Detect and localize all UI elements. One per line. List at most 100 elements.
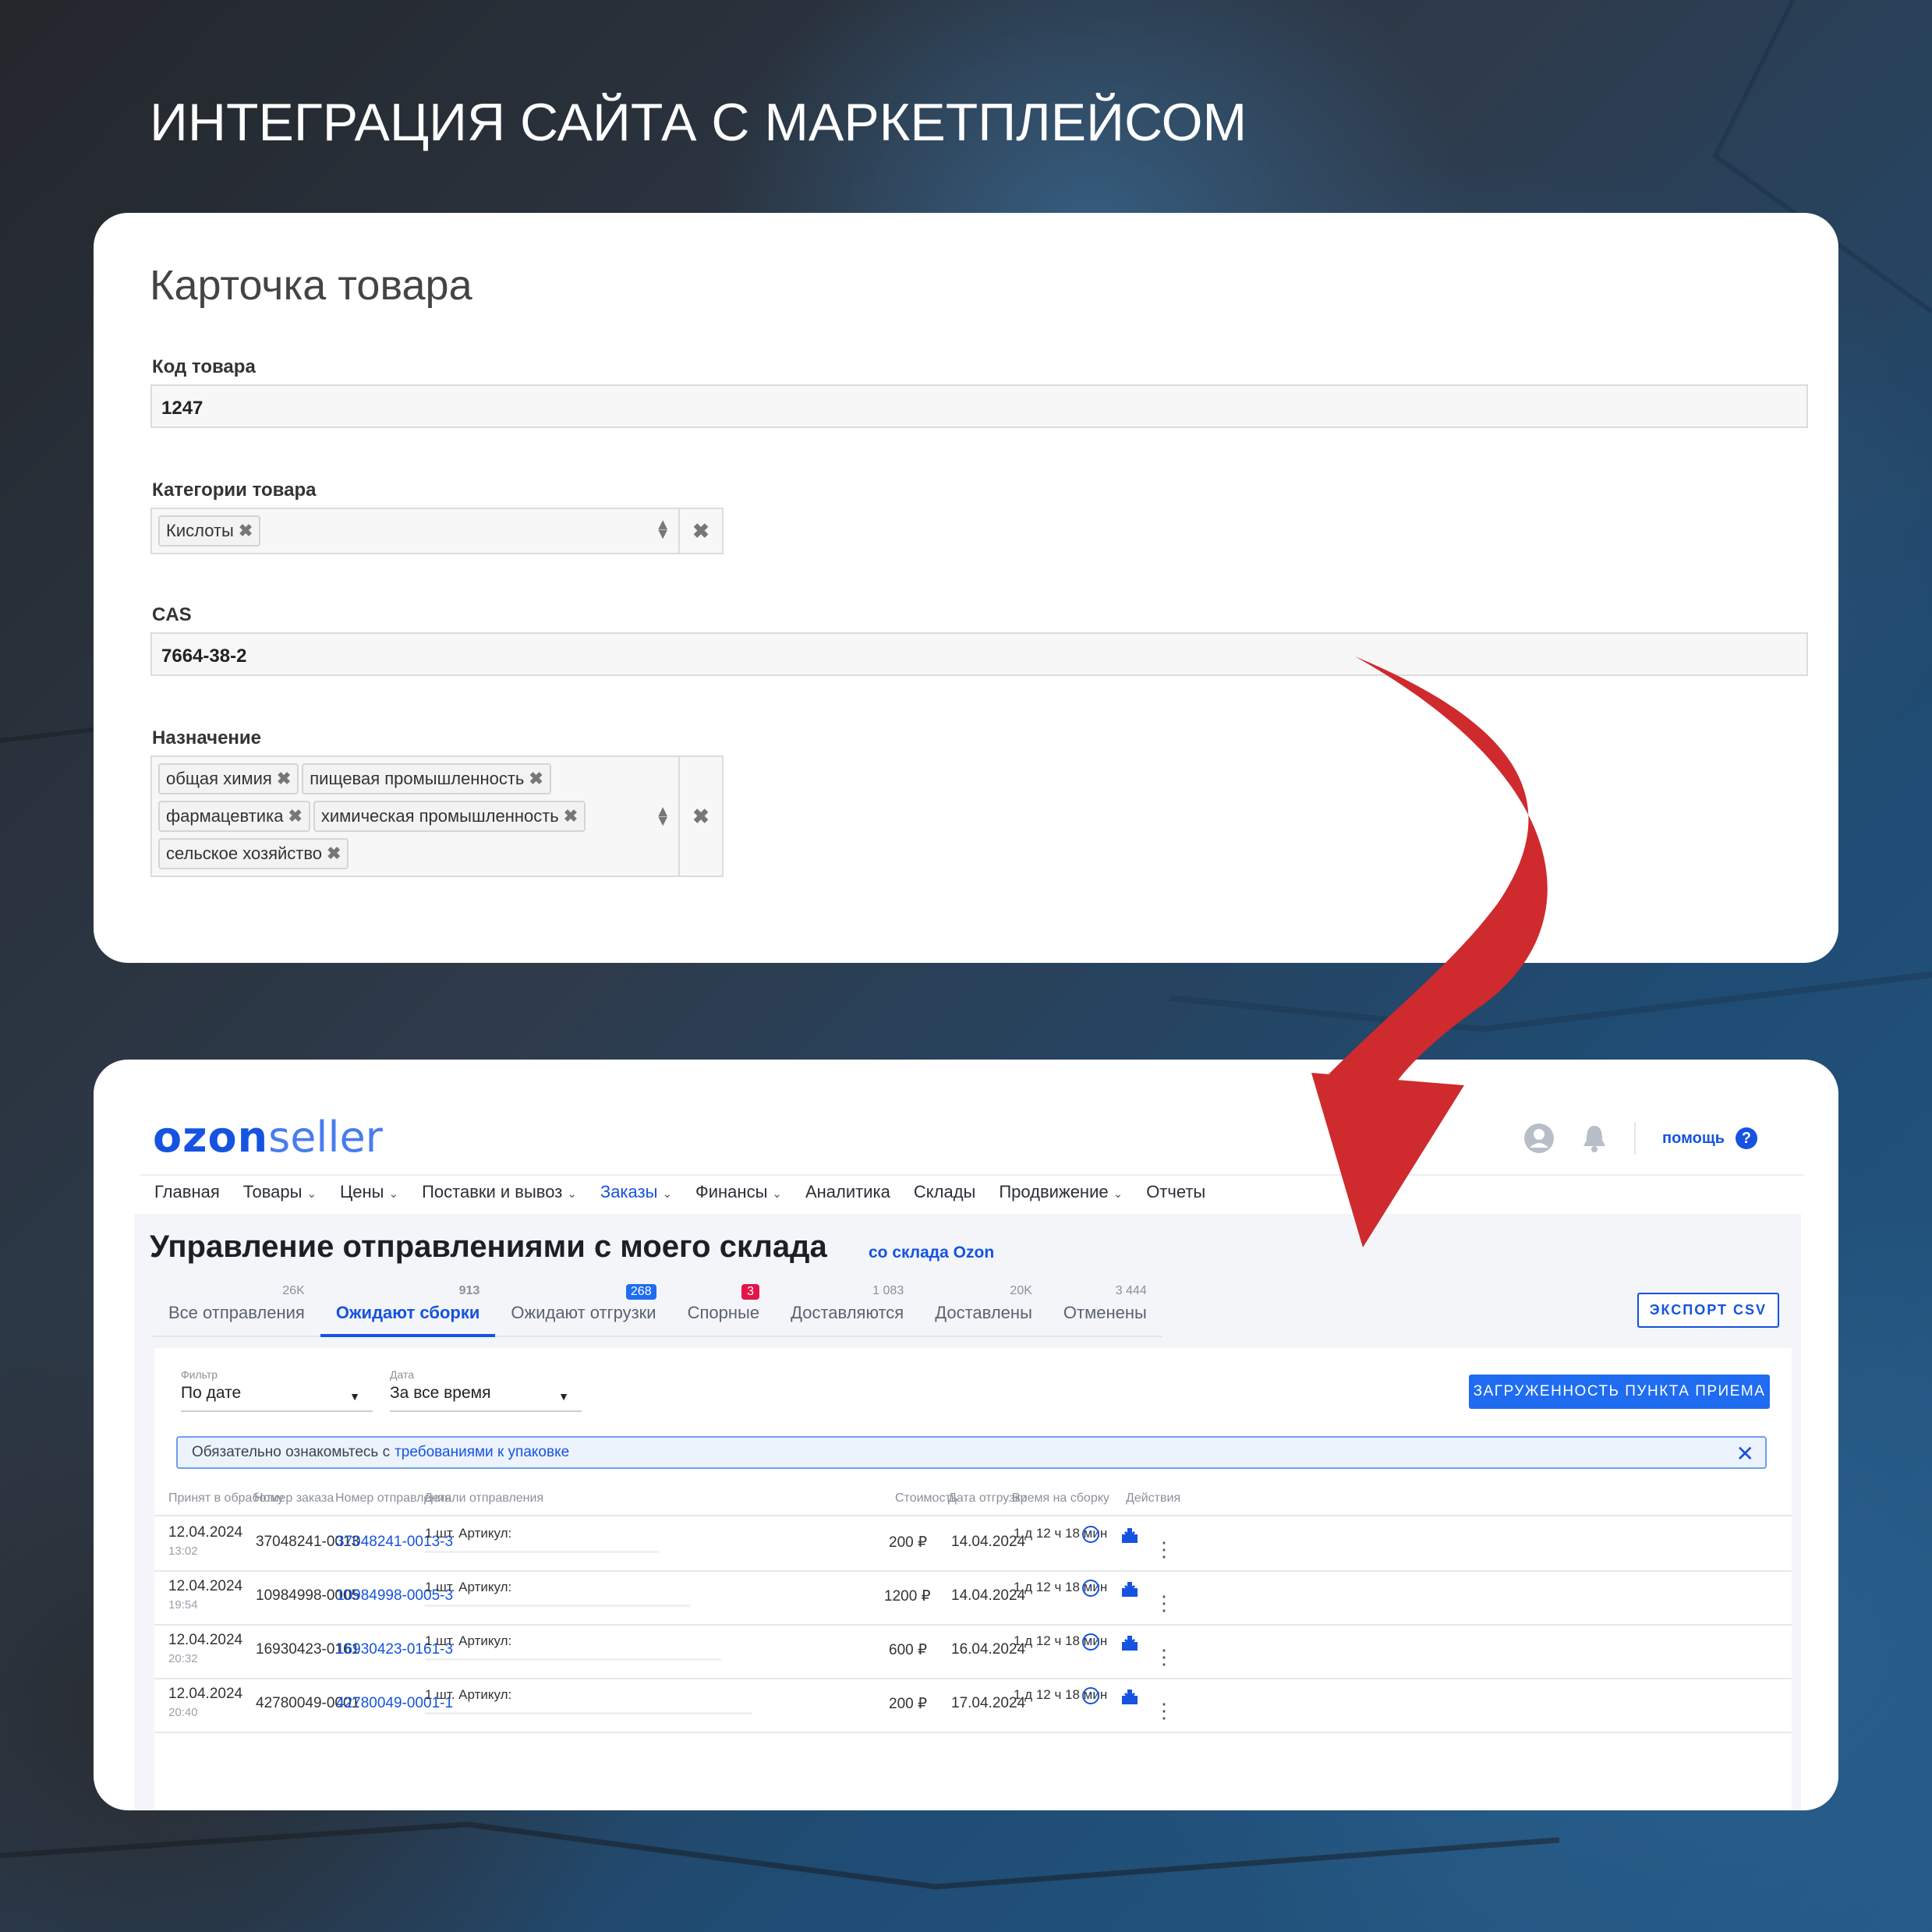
remove-tag-icon[interactable]: ✖: [529, 769, 543, 788]
table-row[interactable]: 12.04.2024 19:54 10984998-0005 10984998-000…: [154, 1570, 1792, 1626]
clock-icon[interactable]: !: [1082, 1526, 1099, 1543]
tab-count: 3: [741, 1284, 760, 1300]
tab-label: Все отправления: [168, 1303, 305, 1322]
help-icon[interactable]: ?: [1736, 1127, 1757, 1149]
status-tab[interactable]: 913 Ожидают сборки: [320, 1284, 496, 1337]
ozon-seller-logo[interactable]: ozonseller: [153, 1113, 383, 1162]
help-link[interactable]: помощь: [1662, 1130, 1725, 1148]
accepted-time: 13:02: [168, 1545, 198, 1558]
sort-icon[interactable]: ▲ ▼: [655, 804, 671, 829]
tag-label: фармацевтика: [166, 806, 284, 826]
remove-tag-icon[interactable]: ✖: [327, 844, 341, 863]
code-field[interactable]: 1247: [150, 384, 1808, 428]
date-label: Дата: [390, 1368, 415, 1381]
filter-select[interactable]: Фильтр По дате ▼: [181, 1368, 373, 1412]
table-header: Принят в обработку Номер заказа Номер отпр…: [154, 1482, 1792, 1516]
cas-label: CAS: [152, 604, 192, 625]
accepted-time: 19:54: [168, 1598, 198, 1612]
accepted-date: 12.04.2024: [168, 1524, 243, 1541]
remove-tag-icon[interactable]: ✖: [564, 806, 578, 826]
status-tab[interactable]: 26K Все отправления: [153, 1284, 320, 1336]
tag-chip: химическая промышленность ✖: [313, 801, 586, 832]
nav-item[interactable]: Цены ⌄: [340, 1182, 398, 1202]
category-tags: Кислоты ✖: [158, 515, 626, 553]
chevron-down-icon: ⌄: [567, 1187, 577, 1201]
table-row[interactable]: 12.04.2024 20:32 16930423-0161 16930423-016…: [154, 1624, 1792, 1679]
tag-label: пищевая промышленность: [310, 769, 525, 788]
clear-button[interactable]: ✖: [678, 757, 722, 876]
nav-item[interactable]: Склады: [914, 1182, 975, 1202]
nav-label: Склады: [913, 1182, 976, 1201]
clock-icon[interactable]: !: [1082, 1580, 1099, 1597]
logo-product: seller: [268, 1113, 383, 1162]
purpose-select[interactable]: общая химия ✖ пищевая промышленность ✖фарма…: [150, 755, 724, 877]
print-label-icon[interactable]: [1121, 1689, 1138, 1706]
tab-count: 26K: [282, 1284, 305, 1297]
column-header: Время на сборку: [1012, 1491, 1109, 1505]
tag-label: Кислоты: [166, 521, 234, 540]
chevron-down-icon: ⌄: [306, 1187, 317, 1201]
table-row[interactable]: 12.04.2024 20:40 42780049-0001 42780049-000…: [154, 1678, 1792, 1733]
nav-item[interactable]: Отчеты: [1146, 1182, 1205, 1202]
column-header: Номер заказа: [254, 1491, 334, 1505]
print-label-icon[interactable]: [1121, 1527, 1138, 1545]
more-icon[interactable]: ⋮: [1154, 1593, 1174, 1613]
remove-tag-icon[interactable]: ✖: [277, 769, 291, 788]
nav-item[interactable]: Главная: [154, 1182, 220, 1202]
nav-item[interactable]: Заказы ⌄: [600, 1182, 672, 1202]
column-header: Действия: [1126, 1491, 1181, 1505]
print-label-icon[interactable]: [1121, 1635, 1138, 1652]
redacted-text: [425, 1658, 721, 1661]
tab-count: 3 444: [1115, 1284, 1147, 1297]
price: 1200 ₽: [884, 1588, 931, 1605]
nav-label: Отчеты: [1146, 1182, 1206, 1201]
warehouse-link[interactable]: со склада Ozon: [869, 1244, 994, 1262]
column-header: Детали отправления: [424, 1491, 544, 1505]
tab-label: Доставляются: [791, 1303, 904, 1322]
status-tab[interactable]: 20K Доставлены: [919, 1284, 1048, 1336]
status-tab[interactable]: 3 Спорные: [672, 1284, 775, 1336]
status-tab[interactable]: 1 083 Доставляются: [775, 1284, 919, 1336]
price: 600 ₽: [889, 1642, 928, 1658]
nav-item[interactable]: Поставки и вывоз ⌄: [422, 1182, 577, 1202]
close-icon[interactable]: ✕: [1736, 1441, 1754, 1467]
nav-item[interactable]: Товары ⌄: [243, 1182, 317, 1202]
pickup-load-button[interactable]: ЗАГРУЖЕННОСТЬ ПУНКТА ПРИЕМА: [1469, 1375, 1770, 1409]
date-select[interactable]: Дата За все время ▼: [390, 1368, 582, 1412]
status-tab[interactable]: 268 Ожидают отгрузки: [495, 1284, 671, 1336]
status-tab[interactable]: 3 444 Отменены: [1048, 1284, 1162, 1336]
cas-field[interactable]: 7664-38-2: [150, 632, 1808, 676]
accepted-date: 12.04.2024: [168, 1632, 243, 1648]
caret-down-icon: ▼: [349, 1390, 360, 1403]
category-select[interactable]: Кислоты ✖ ▲ ▼ ✖: [150, 508, 724, 554]
more-icon[interactable]: ⋮: [1154, 1700, 1174, 1721]
clock-icon[interactable]: !: [1082, 1633, 1099, 1651]
tab-count: 268: [625, 1284, 656, 1300]
nav-item[interactable]: Продвижение ⌄: [999, 1182, 1123, 1202]
table-row[interactable]: 12.04.2024 13:02 37048241-0013 37048241-001…: [154, 1516, 1792, 1572]
tag-chip: Кислоты ✖: [158, 515, 261, 547]
remove-tag-icon[interactable]: ✖: [239, 521, 253, 540]
packaging-requirements-link[interactable]: требованиями к упаковке: [395, 1444, 569, 1461]
redacted-text: [425, 1605, 690, 1607]
nav-label: Товары: [242, 1182, 303, 1201]
nav-label: Цены: [340, 1182, 384, 1201]
user-icon[interactable]: [1523, 1123, 1555, 1154]
clear-button[interactable]: ✖: [678, 509, 722, 553]
bell-icon[interactable]: [1581, 1123, 1608, 1154]
code-label: Код товара: [152, 356, 256, 377]
date-value: За все время: [390, 1384, 491, 1402]
nav-label: Финансы: [695, 1182, 768, 1201]
nav-label: Главная: [154, 1182, 220, 1201]
sort-icon[interactable]: ▲ ▼: [655, 517, 671, 542]
export-csv-button[interactable]: ЭКСПОРТ CSV: [1637, 1293, 1779, 1328]
remove-tag-icon[interactable]: ✖: [288, 806, 302, 826]
tag-chip: фармацевтика ✖: [158, 801, 310, 832]
nav-item[interactable]: Финансы ⌄: [695, 1182, 782, 1202]
more-icon[interactable]: ⋮: [1154, 1539, 1174, 1559]
tab-count: 1 083: [872, 1284, 904, 1297]
nav-item[interactable]: Аналитика: [805, 1182, 890, 1202]
print-label-icon[interactable]: [1121, 1581, 1138, 1598]
clock-icon[interactable]: !: [1082, 1687, 1099, 1704]
more-icon[interactable]: ⋮: [1154, 1647, 1174, 1667]
